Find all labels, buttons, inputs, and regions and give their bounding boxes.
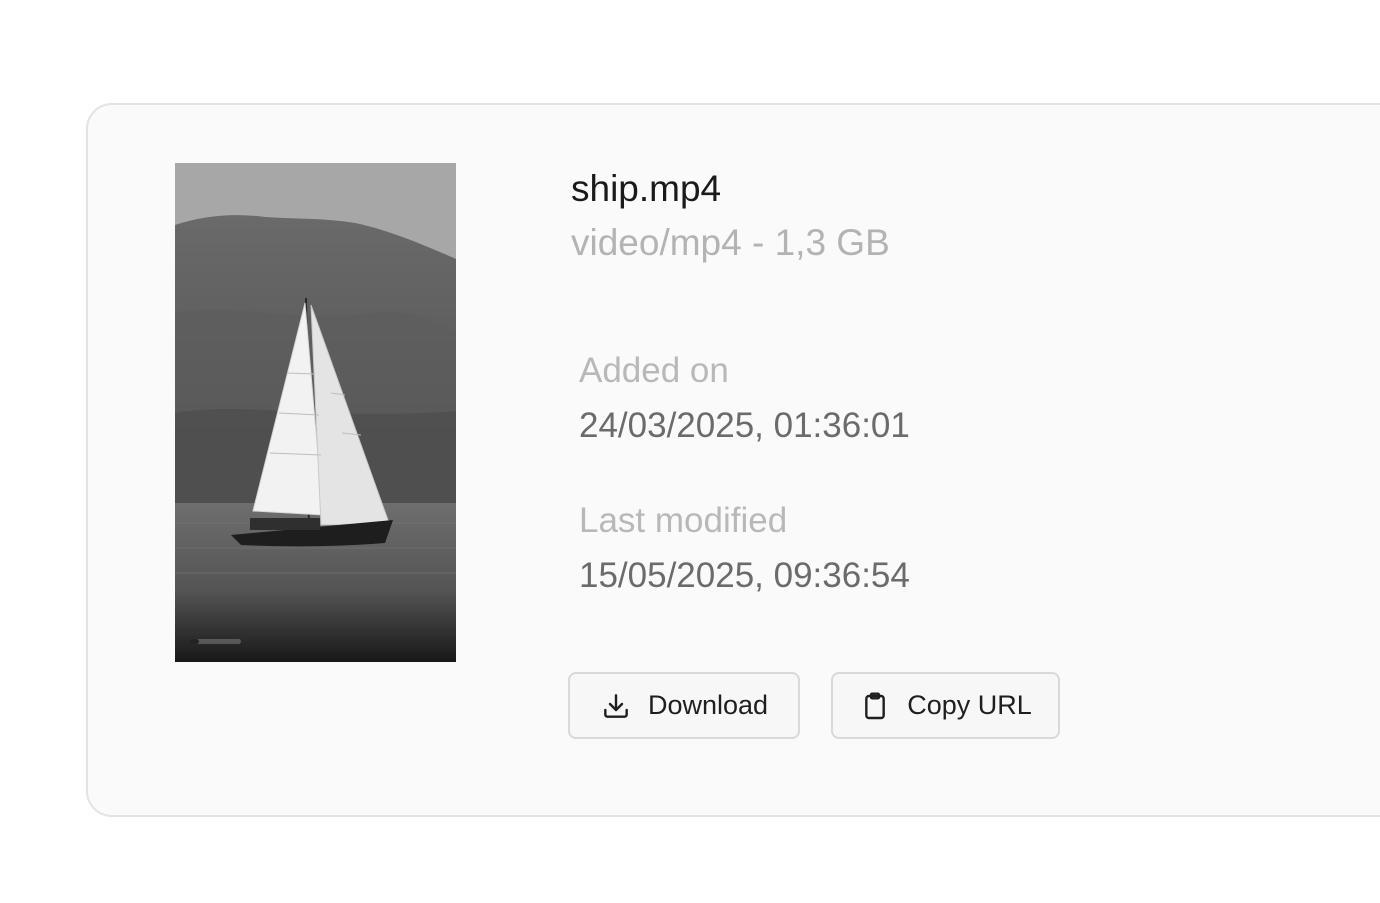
file-name: ship.mp4 bbox=[571, 168, 722, 209]
copy-url-button-label: Copy URL bbox=[907, 690, 1032, 720]
video-progress-bar[interactable] bbox=[189, 639, 241, 644]
file-type-size: video/mp4 - 1,3 GB bbox=[571, 222, 890, 263]
video-thumbnail[interactable] bbox=[175, 163, 456, 662]
sailboat-image bbox=[175, 163, 456, 662]
copy-url-button[interactable]: Copy URL bbox=[831, 672, 1060, 739]
added-on-value: 24/03/2025, 01:36:01 bbox=[579, 406, 910, 445]
clipboard-icon bbox=[859, 690, 891, 722]
last-modified-value: 15/05/2025, 09:36:54 bbox=[579, 556, 910, 595]
last-modified-label: Last modified bbox=[579, 501, 788, 540]
added-on-label: Added on bbox=[579, 351, 729, 390]
download-icon bbox=[600, 690, 632, 722]
video-progress-fill bbox=[189, 639, 200, 644]
download-button-label: Download bbox=[647, 690, 769, 720]
download-button[interactable]: Download bbox=[568, 672, 800, 739]
